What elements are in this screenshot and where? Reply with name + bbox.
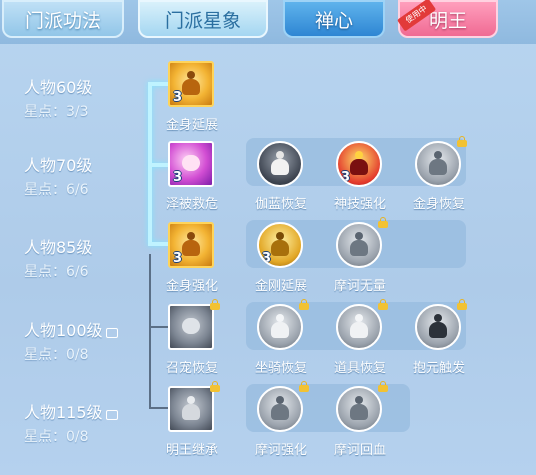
skill-jinshen-qianghua[interactable]: 3 [168,222,216,270]
skill-jinshen-yanzhan[interactable]: 3 [168,61,216,109]
star-points: 星点：6/6 [24,264,89,280]
meditation-silhouette-icon [415,304,461,350]
level-label: 人物60级 [24,78,93,97]
star-points: 星点：6/6 [24,182,89,198]
lock-icon [105,409,118,420]
lock-icon [457,136,467,147]
active-links [148,82,168,246]
warrior-figure-icon [257,304,303,350]
skill-count: 3 [173,251,183,266]
lock-icon [457,299,467,310]
skill-name: 神技强化 [333,197,386,212]
skill-name: 召宠恢复 [165,361,218,376]
lock-icon [210,299,220,310]
spirit-swirl-icon [168,304,214,350]
level-label: 人物85级 [24,238,93,257]
skill-name: 摩诃回血 [333,443,386,458]
skill-mingwang-jicheng[interactable] [168,381,220,434]
radiant-buddha-icon [336,304,382,350]
skill-shenji-qianghua[interactable]: 3 [336,141,384,189]
lock-icon [210,381,220,392]
monk-portrait-icon [336,222,382,268]
lock-icon [378,299,388,310]
skill-zuoqi-huifu[interactable] [257,299,309,352]
skill-name: 道具恢复 [333,361,386,376]
wrathful-king-icon [168,386,214,432]
monk-portrait-icon [257,386,303,432]
skill-zebei-jiuwei[interactable]: 3 [168,141,216,189]
lock-icon [105,327,118,338]
skill-count: 3 [173,170,183,185]
lock-icon [378,381,388,392]
armored-guardian-icon [415,141,461,187]
skill-name: 金身延展 [165,118,218,133]
skill-name: 摩诃无量 [333,279,386,294]
skill-jinshen-huifu[interactable] [415,136,467,189]
skill-baoyuan-chufa[interactable] [415,299,467,352]
lock-icon [378,217,388,228]
skill-mohe-huixue[interactable] [336,381,388,434]
skill-mohe-qianghua[interactable] [257,381,309,434]
skill-jingang-yanzhan[interactable]: 3 [257,222,305,270]
lock-icon [299,381,309,392]
skill-count: 3 [341,170,351,185]
red-demon-mask-icon: 3 [336,141,382,187]
lock-icon [299,299,309,310]
level-text: 人物100级 [24,321,103,340]
skill-daoju-huifu[interactable] [336,299,388,352]
level-label-locked: 人物100级 [24,317,118,341]
skill-zhaochong-huifu[interactable] [168,299,220,352]
level-label: 人物70级 [24,156,93,175]
skill-mohe-wuliang[interactable] [336,217,388,270]
star-points: 星点：3/3 [24,104,89,120]
skill-name: 金身恢复 [412,197,465,212]
star-points: 星点：0/8 [24,429,89,445]
golden-warrior-icon: 3 [257,222,303,268]
skill-name: 明王继承 [165,443,218,458]
skill-name: 摩诃强化 [254,443,307,458]
monk-portrait-icon [336,386,382,432]
level-text: 人物115级 [24,403,103,422]
skill-name: 伽蓝恢复 [254,197,307,212]
meditating-monk-icon: 3 [168,61,214,107]
skill-count: 3 [173,90,183,105]
skill-name: 坐骑恢复 [254,361,307,376]
skill-name: 金身强化 [165,279,218,294]
skill-name: 泽被救危 [165,197,218,212]
multi-arm-deity-icon [257,141,303,187]
glowing-hand-icon: 3 [168,141,214,187]
meditating-monk-icon: 3 [168,222,214,268]
skill-qielan-huifu[interactable] [257,141,305,189]
skill-name: 金刚延展 [254,279,307,294]
skill-count: 3 [262,251,272,266]
skill-name: 抱元触发 [412,361,465,376]
level-label-locked: 人物115级 [24,399,118,423]
star-points: 星点：0/8 [24,347,89,363]
